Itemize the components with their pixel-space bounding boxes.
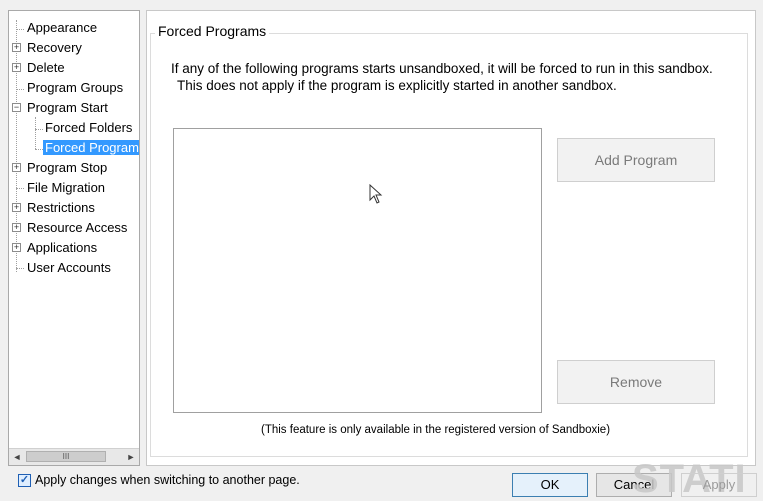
tree-line bbox=[16, 20, 17, 272]
tree-item-user-accounts[interactable]: User Accounts bbox=[27, 258, 111, 278]
tree-item-label: Program Groups bbox=[27, 80, 124, 95]
tree-item-label-selected: Forced Program bbox=[43, 140, 139, 155]
tree-item-forced-program[interactable]: Forced Program bbox=[43, 138, 139, 158]
tree-item-label: File Migration bbox=[27, 180, 106, 195]
tree-item-label: Program Start bbox=[27, 100, 108, 115]
tree-item-label: Appearance bbox=[27, 20, 98, 35]
group-title: Forced Programs bbox=[155, 23, 270, 39]
tree-horizontal-scrollbar[interactable]: ◄ III ► bbox=[9, 448, 139, 465]
forced-programs-list[interactable] bbox=[173, 128, 542, 413]
expand-icon[interactable]: + bbox=[12, 163, 21, 172]
tree-item-label: Applications bbox=[27, 240, 98, 255]
collapse-icon[interactable]: − bbox=[12, 103, 21, 112]
remove-button[interactable]: Remove bbox=[557, 360, 715, 404]
registration-note: (This feature is only available in the r… bbox=[261, 424, 611, 436]
tree-item-appearance[interactable]: Appearance bbox=[27, 18, 97, 38]
scroll-left-icon[interactable]: ◄ bbox=[9, 449, 25, 465]
scrollbar-thumb[interactable]: III bbox=[26, 451, 106, 462]
expand-icon[interactable]: + bbox=[12, 223, 21, 232]
tree-line bbox=[16, 188, 24, 189]
description-line-1: If any of the following programs starts … bbox=[171, 61, 713, 76]
tree-item-delete[interactable]: + Delete bbox=[12, 58, 65, 78]
expand-icon[interactable]: + bbox=[12, 43, 21, 52]
settings-panel: Forced Programs If any of the following … bbox=[146, 10, 756, 466]
tree-item-resource-access[interactable]: + Resource Access bbox=[12, 218, 128, 238]
tree-item-label: Forced Folders bbox=[45, 120, 133, 135]
tree-item-file-migration[interactable]: File Migration bbox=[27, 178, 105, 198]
tree-line bbox=[16, 89, 24, 90]
scroll-right-icon[interactable]: ► bbox=[123, 449, 139, 465]
tree-item-program-start[interactable]: − Program Start bbox=[12, 98, 108, 118]
apply-on-switch-checkbox[interactable]: ✓ bbox=[18, 474, 31, 487]
tree-item-recovery[interactable]: + Recovery bbox=[12, 38, 82, 58]
tree-item-program-groups[interactable]: Program Groups bbox=[27, 78, 123, 98]
apply-button[interactable]: Apply bbox=[681, 473, 757, 497]
tree-line bbox=[35, 149, 43, 150]
tree-line bbox=[16, 29, 24, 30]
tree-item-label: Recovery bbox=[27, 40, 82, 55]
tree-item-restrictions[interactable]: + Restrictions bbox=[12, 198, 95, 218]
tree-item-label: User Accounts bbox=[27, 260, 111, 275]
add-program-button[interactable]: Add Program bbox=[557, 138, 715, 182]
tree-item-program-stop[interactable]: + Program Stop bbox=[12, 158, 108, 178]
tree-item-label: Program Stop bbox=[27, 160, 108, 175]
ok-button[interactable]: OK bbox=[512, 473, 588, 497]
expand-icon[interactable]: + bbox=[12, 63, 21, 72]
expand-icon[interactable]: + bbox=[12, 203, 21, 212]
tree-item-label: Restrictions bbox=[27, 200, 95, 215]
apply-on-switch-label: Apply changes when switching to another … bbox=[35, 473, 300, 487]
tree-line bbox=[35, 117, 36, 149]
tree-item-applications[interactable]: + Applications bbox=[12, 238, 98, 258]
mouse-cursor-icon bbox=[369, 184, 383, 204]
tree-item-forced-folders[interactable]: Forced Folders bbox=[45, 118, 132, 138]
tree-line bbox=[35, 129, 43, 130]
description-line-2: This does not apply if the program is ex… bbox=[177, 78, 617, 93]
tree-item-label: Delete bbox=[27, 60, 65, 75]
settings-tree[interactable]: Appearance + Recovery + Delete Program G… bbox=[8, 10, 140, 466]
tree-item-label: Resource Access bbox=[27, 220, 128, 235]
tree-line bbox=[16, 268, 24, 269]
expand-icon[interactable]: + bbox=[12, 243, 21, 252]
